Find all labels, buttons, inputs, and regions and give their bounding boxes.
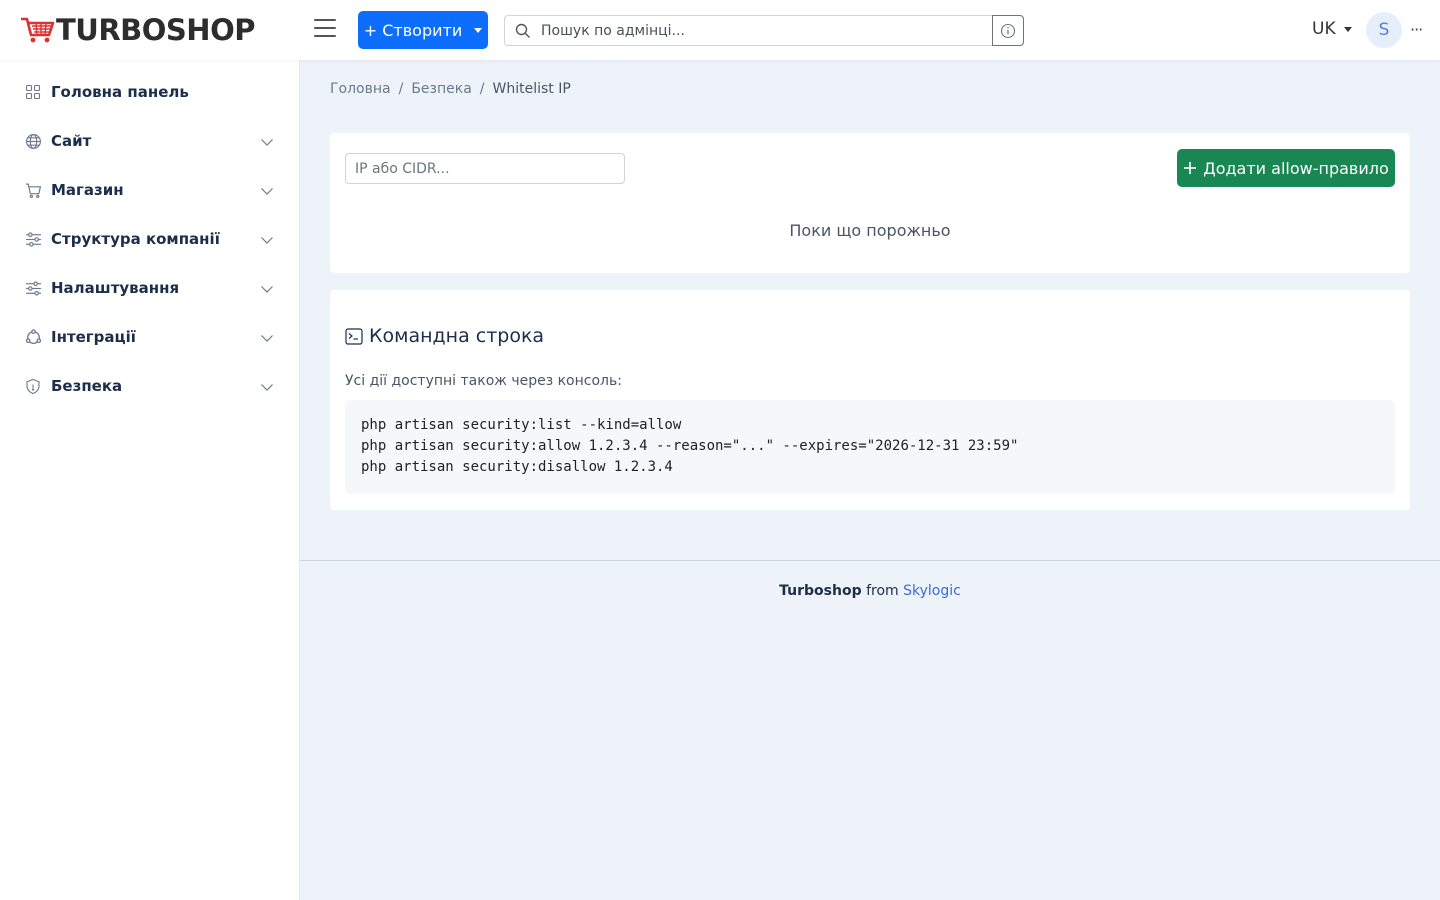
sidebar-item-label: Сайт bbox=[51, 132, 92, 150]
console-title: Командна строка bbox=[345, 325, 544, 347]
settings-sliders-icon bbox=[24, 279, 42, 297]
sidebar: Головна панель Сайт Магазин Структура ко… bbox=[0, 60, 300, 900]
ip-cidr-input[interactable] bbox=[345, 153, 625, 184]
chevron-down-icon bbox=[260, 281, 274, 300]
add-allow-rule-label: Додати allow-правило bbox=[1203, 158, 1389, 178]
add-allow-rule-button[interactable]: Додати allow-правило bbox=[1177, 149, 1395, 187]
admin-search bbox=[504, 15, 1024, 46]
footer-from: from bbox=[861, 583, 904, 599]
search-input[interactable] bbox=[541, 16, 992, 45]
whitelist-card: Додати allow-правило Поки що порожньо bbox=[330, 133, 1410, 273]
chevron-down-icon bbox=[260, 134, 274, 153]
more-options-icon[interactable]: ··· bbox=[1410, 20, 1423, 39]
footer-divider bbox=[300, 560, 1440, 561]
footer-company-link[interactable]: Skylogic bbox=[903, 583, 961, 599]
dashboard-icon bbox=[24, 83, 42, 101]
plus-icon bbox=[1184, 162, 1197, 174]
shopping-cart-logo-icon bbox=[21, 17, 55, 43]
info-icon[interactable] bbox=[992, 15, 1024, 46]
sidebar-item-label: Головна панель bbox=[51, 83, 189, 101]
terminal-icon bbox=[345, 327, 363, 345]
menu-toggle-icon[interactable] bbox=[314, 19, 338, 41]
sidebar-item-dashboard[interactable]: Головна панель bbox=[24, 80, 278, 104]
console-line: php artisan security:disallow 1.2.3.4 bbox=[361, 459, 673, 475]
integrations-icon bbox=[24, 328, 42, 346]
console-line: php artisan security:allow 1.2.3.4 --rea… bbox=[361, 438, 1019, 454]
cart-icon bbox=[24, 181, 42, 199]
chevron-down-icon bbox=[260, 330, 274, 349]
chevron-down-icon bbox=[260, 232, 274, 251]
turboshop-logo[interactable]: TURBOSHOP bbox=[20, 14, 255, 46]
breadcrumb-home-link[interactable]: Головна bbox=[330, 81, 391, 97]
more-label: ··· bbox=[1410, 20, 1423, 39]
top-header: TURBOSHOP + Створити UK S ··· bbox=[0, 0, 1440, 60]
caret-down-icon bbox=[474, 27, 483, 33]
footer: Turboshop from Skylogic bbox=[300, 583, 1440, 599]
breadcrumb: Головна / Безпека / Whitelist IP bbox=[330, 81, 571, 97]
language-label: UK bbox=[1312, 19, 1336, 39]
sidebar-item-site[interactable]: Сайт bbox=[24, 129, 278, 153]
sidebar-item-security[interactable]: Безпека bbox=[24, 374, 278, 398]
user-avatar[interactable]: S bbox=[1366, 12, 1402, 48]
console-code-block: php artisan security:list --kind=allow ph… bbox=[345, 400, 1395, 494]
breadcrumb-separator: / bbox=[398, 81, 404, 97]
sidebar-item-company-structure[interactable]: Структура компанії bbox=[24, 227, 278, 251]
console-line: php artisan security:list --kind=allow bbox=[361, 417, 682, 433]
sidebar-item-settings[interactable]: Налаштування bbox=[24, 276, 278, 300]
sidebar-item-label: Налаштування bbox=[51, 279, 180, 297]
breadcrumb-separator: / bbox=[479, 81, 485, 97]
chevron-down-icon bbox=[260, 379, 274, 398]
sidebar-item-label: Структура компанії bbox=[51, 230, 220, 248]
shield-icon bbox=[24, 377, 42, 395]
empty-state-text: Поки що порожньо bbox=[789, 221, 951, 240]
search-icon bbox=[505, 23, 541, 39]
create-button[interactable]: + Створити bbox=[358, 11, 488, 49]
logo-text: TURBOSHOP bbox=[56, 13, 255, 47]
caret-down-icon bbox=[1343, 26, 1352, 32]
breadcrumb-current: Whitelist IP bbox=[492, 81, 571, 97]
create-button-label: + Створити bbox=[363, 20, 463, 40]
globe-icon bbox=[24, 132, 42, 150]
avatar-letter: S bbox=[1378, 20, 1390, 40]
chevron-down-icon bbox=[260, 183, 274, 202]
footer-brand: Turboshop bbox=[779, 583, 862, 599]
sidebar-item-label: Магазин bbox=[51, 181, 124, 199]
sidebar-item-shop[interactable]: Магазин bbox=[24, 178, 278, 202]
breadcrumb-security-link[interactable]: Безпека bbox=[411, 81, 471, 97]
sidebar-item-label: Інтеграції bbox=[51, 328, 136, 346]
sidebar-item-label: Безпека bbox=[51, 377, 123, 395]
sidebar-item-integrations[interactable]: Інтеграції bbox=[24, 325, 278, 349]
sliders-icon bbox=[24, 230, 42, 248]
console-title-text: Командна строка bbox=[369, 325, 545, 347]
language-selector[interactable]: UK bbox=[1312, 19, 1352, 39]
console-description: Усі дії доступні також через консоль: bbox=[345, 373, 622, 389]
console-card: Командна строка Усі дії доступні також ч… bbox=[330, 290, 1410, 510]
